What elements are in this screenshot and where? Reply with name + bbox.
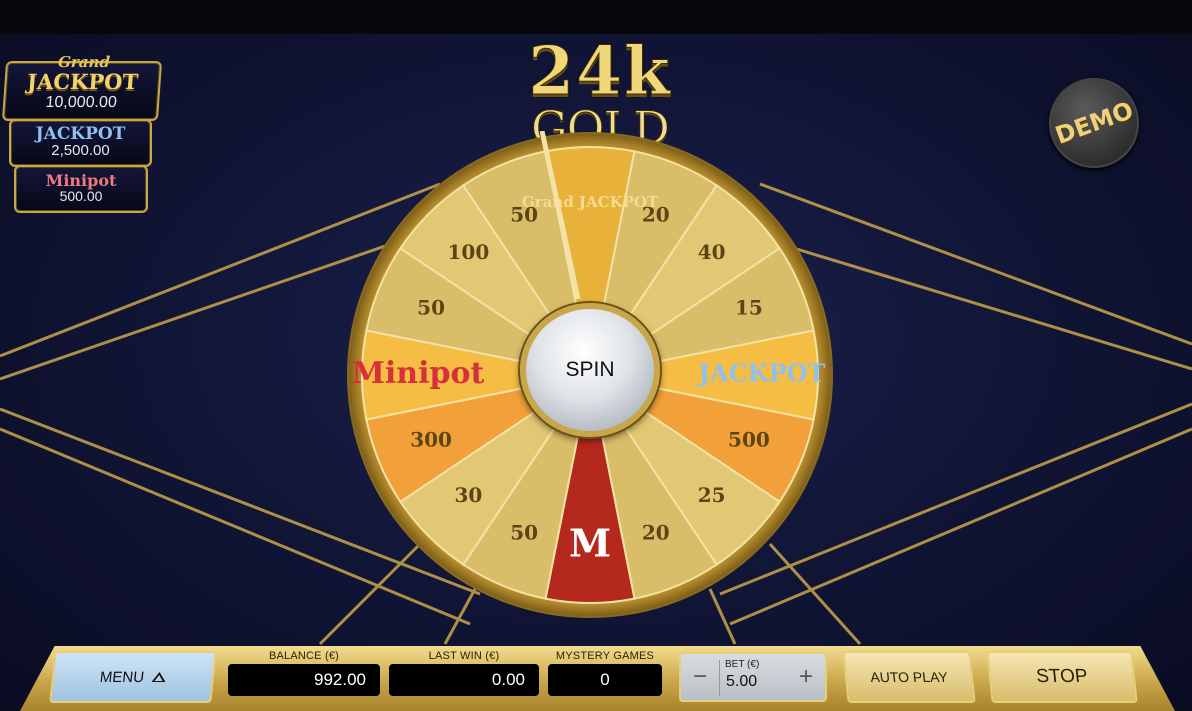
wheel-segment-label: 50	[417, 296, 445, 320]
mystery-games-label: MYSTERY GAMES	[555, 650, 655, 662]
bet-value: 5.00	[726, 673, 758, 690]
wheel-segment-label: 50	[510, 520, 538, 544]
grand-jackpot-panel: Grand JACKPOT 10,000.00	[1, 53, 163, 121]
stop-label: STOP	[1035, 666, 1089, 687]
spin-button[interactable]: SPIN	[520, 303, 660, 437]
jackpot-value: 2,500.00	[51, 142, 110, 159]
last-win-field: LAST WIN (€) 0.00	[389, 650, 539, 696]
bet-divider	[719, 660, 720, 696]
bet-increase-button[interactable]: +	[799, 662, 813, 692]
wheel-segment-label: 40	[698, 240, 726, 264]
grand-jackpot-label: JACKPOT	[26, 69, 139, 94]
grand-jackpot-value: 10,000.00	[45, 94, 118, 111]
stop-button[interactable]: STOP	[986, 651, 1138, 703]
wheel-segment-label: 20	[642, 203, 670, 227]
chevron-up-icon	[151, 672, 167, 682]
balance-field: BALANCE (€) 992.00	[228, 650, 380, 696]
jackpot-label: JACKPOT	[35, 124, 126, 144]
wheel-segment-label: 300	[410, 427, 452, 451]
bet-decrease-button[interactable]: −	[693, 662, 707, 692]
wheel-segment-label: 30	[454, 483, 482, 507]
wheel-segment-label: Grand JACKPOT	[522, 193, 659, 211]
bet-label: BET (€)	[725, 659, 760, 670]
last-win-label: LAST WIN (€)	[428, 650, 500, 662]
wheel-segment-label: 500	[728, 427, 770, 451]
wheel-segment-label: 25	[698, 483, 726, 507]
menu-button[interactable]: MENU	[49, 651, 217, 703]
demo-label: DEMO	[1051, 96, 1137, 150]
wheel-segment-label: 50	[510, 203, 538, 227]
top-bar	[0, 0, 1192, 34]
mystery-games-field: MYSTERY GAMES 0	[548, 650, 662, 696]
logo-24k: 24k	[528, 32, 672, 110]
auto-play-button[interactable]: AUTO PLAY	[842, 651, 976, 703]
demo-badge: DEMO	[1049, 78, 1139, 168]
minipot-value: 500.00	[59, 188, 103, 204]
minipot-label: Minipot	[45, 171, 117, 190]
jackpot-panel: JACKPOT 2,500.00	[9, 119, 152, 167]
menu-label: MENU	[99, 668, 145, 686]
mystery-games-value: 0	[548, 664, 662, 696]
auto-play-label: AUTO PLAY	[869, 669, 949, 685]
balance-value: 992.00	[228, 664, 380, 696]
wheel-segment-label: 100	[448, 240, 490, 264]
wheel-segment-label: M	[569, 521, 611, 566]
wheel-segment-label: 20	[642, 520, 670, 544]
bet-stepper: − BET (€) 5.00 +	[679, 652, 827, 702]
balance-label: BALANCE (€)	[268, 650, 340, 662]
ray-line	[779, 242, 1192, 371]
spin-label: SPIN	[565, 358, 615, 381]
wheel-segment-label: JACKPOT	[697, 359, 826, 388]
wheel-segment-label: Minipot	[352, 356, 485, 391]
wheel-segment-label: 15	[735, 296, 763, 320]
last-win-value: 0.00	[389, 664, 539, 696]
minipot-panel: Minipot 500.00	[14, 165, 148, 213]
